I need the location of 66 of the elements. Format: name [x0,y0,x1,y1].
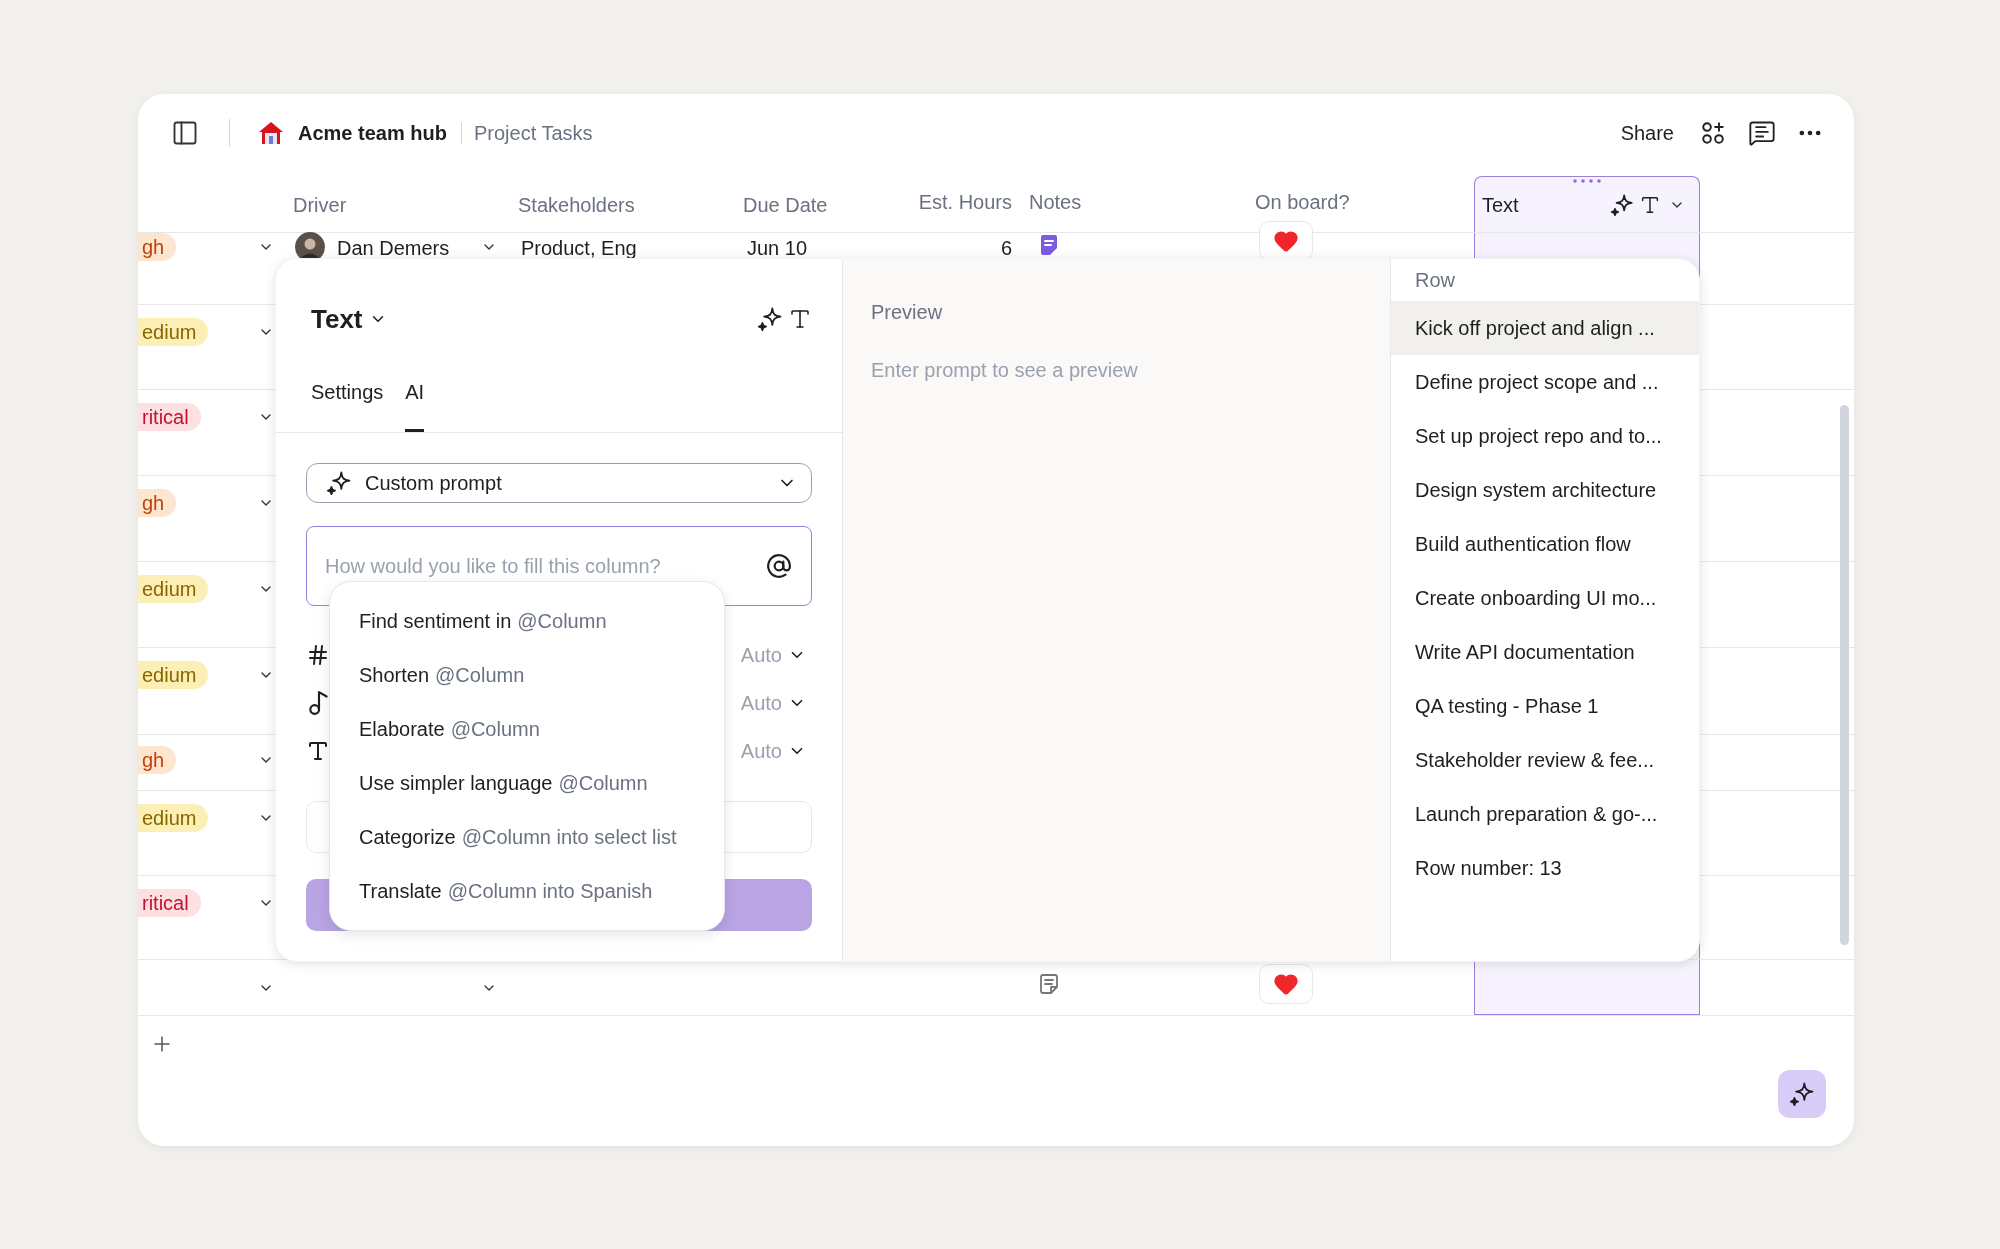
row-list-item[interactable]: Build authentication flow [1391,517,1699,571]
driver-name: Dan Demers [337,236,450,261]
priority-tag[interactable]: gh [138,746,177,774]
table-cell: Product, Eng [521,237,637,259]
row-list-item[interactable]: Set up project repo and to... [1391,409,1699,463]
heart-icon [1273,971,1299,997]
row-list-item[interactable]: Stakeholder review & fee... [1391,733,1699,787]
prompt-type-dropdown[interactable]: Custom prompt [306,463,812,503]
apps-add-icon[interactable] [1700,120,1726,146]
sparkle-text-icon [1609,191,1661,218]
column-header[interactable]: Driver [293,190,347,220]
suggestion-item[interactable]: Elaborate @Column [330,702,724,756]
priority-tag[interactable]: ritical [138,889,201,917]
on-board-toggle[interactable] [1259,964,1313,1004]
row-list-item[interactable]: Design system architecture [1391,463,1699,517]
suggestion-item[interactable]: Translate @Column into Spanish [330,864,724,918]
column-header[interactable]: Notes [1029,187,1082,217]
row-list-item[interactable]: Create onboarding UI mo... [1391,571,1699,625]
row-list-item[interactable]: Row number: 13 [1391,841,1699,895]
text-type-icon [306,739,330,763]
comments-icon[interactable] [1748,119,1776,147]
note-icon[interactable] [1037,972,1061,996]
row-list-title: Row [1415,268,1455,293]
sparkle-text-icon [756,305,812,333]
column-header[interactable]: On board? [1255,187,1350,217]
column-header[interactable]: Est. Hours [918,187,1012,217]
tab[interactable]: Settings [311,377,384,432]
ai-column-cell[interactable] [1474,960,1700,1015]
house-icon [258,121,284,145]
row-list-item[interactable]: Write API documentation [1391,625,1699,679]
priority-tag[interactable]: edium [138,575,209,603]
row-list-item[interactable]: Launch preparation & go-... [1391,787,1699,841]
column-header[interactable]: Due Date [743,190,828,220]
mention-icon[interactable] [766,553,792,579]
share-button[interactable]: Share [1620,118,1674,148]
sidebar-toggle-icon[interactable] [171,119,199,147]
preview-title: Preview [871,300,944,325]
row-list-item[interactable]: QA testing - Phase 1 [1391,679,1699,733]
sparkle-icon [325,469,353,497]
number-icon [306,643,330,667]
column-header[interactable]: Stakeholders [518,190,635,220]
sparkle-icon [1788,1080,1816,1108]
suggestion-item[interactable]: Categorize @Column into select list [330,810,724,864]
row-list-item[interactable]: Define project scope and ... [1391,355,1699,409]
on-board-toggle[interactable] [1259,221,1313,261]
ai-assistant-button[interactable] [1778,1070,1826,1118]
drag-handle-icon[interactable] [1573,179,1601,183]
priority-tag[interactable]: gh [138,233,177,261]
table-cell-text: 6 [1000,236,1012,261]
priority-tag[interactable]: edium [138,804,209,832]
type-dropdown[interactable]: Text [311,299,387,339]
page-title[interactable]: Project Tasks [473,118,593,148]
ai-column-header[interactable]: Text [1474,176,1700,232]
workspace-title[interactable]: Acme team hub [298,118,447,148]
priority-tag[interactable]: edium [138,661,209,689]
suggestion-item[interactable]: Use simpler language @Column [330,756,724,810]
row-list-item[interactable]: Kick off project and align ... [1391,301,1699,355]
priority-tag[interactable]: edium [138,318,209,346]
preview-hint: Enter prompt to see a preview [871,358,1139,383]
suggestion-item[interactable]: Shorten @Column [330,648,724,702]
column-header[interactable]: Text [1482,189,1519,220]
table-cell: Jun 10 [747,237,808,259]
tab[interactable]: AI [405,377,425,432]
priority-tag[interactable]: gh [138,489,177,517]
heart-icon [1273,228,1299,254]
priority-tag[interactable]: ritical [138,403,201,431]
